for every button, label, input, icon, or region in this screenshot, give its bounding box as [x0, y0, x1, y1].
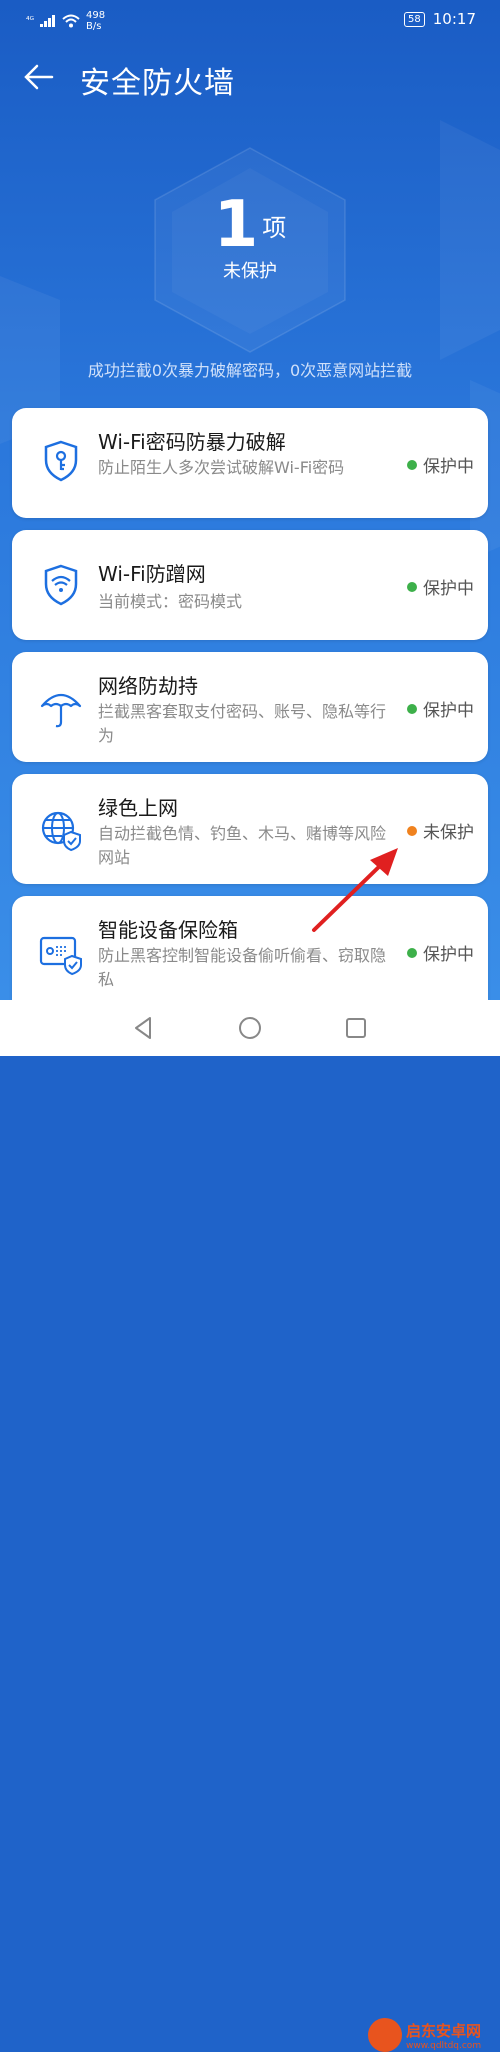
status-badge: 保护中	[407, 452, 474, 477]
net-speed-value: 498	[86, 10, 106, 21]
card-wifi-password-protection[interactable]: Wi-Fi密码防暴力破解 防止陌生人多次尝试破解Wi-Fi密码 保护中	[12, 408, 488, 518]
status-bar: ⁴ᴳ 498 B/s 58 10:17	[0, 0, 500, 40]
status-badge: 保护中	[407, 940, 474, 965]
status-badge: 保护中	[407, 696, 474, 721]
watermark-url: www.qdltdq.com	[406, 2040, 482, 2051]
status-text: 保护中	[423, 457, 474, 477]
watermark-name: 启东安卓网	[406, 2021, 482, 2040]
status-dot	[407, 947, 417, 958]
wifi-shield-icon	[44, 564, 78, 606]
status-text: 保护中	[423, 701, 474, 721]
nav-back-icon[interactable]	[130, 1014, 158, 1042]
nav-home-icon[interactable]	[236, 1014, 264, 1042]
card-description: 防止黑客控制智能设备偷听偷看、窃取隐私	[98, 946, 387, 989]
battery-icon: 58	[404, 11, 425, 27]
wifi-icon	[62, 14, 80, 28]
header: 安全防火墙	[0, 50, 500, 106]
card-description: 防止陌生人多次尝试破解Wi-Fi密码	[98, 458, 345, 477]
watermark: 启东安卓网 www.qdltdq.com	[368, 2018, 481, 2052]
unprotected-count-unit: 项	[262, 213, 287, 242]
system-nav-bar: 启东安卓网 www.qdltdq.com	[0, 1000, 500, 2052]
signal-label: ⁴ᴳ	[26, 16, 34, 26]
clock: 10:17	[432, 10, 476, 28]
unprotected-count: 1项	[0, 188, 500, 262]
page-title: 安全防火墙	[80, 66, 235, 101]
card-green-internet[interactable]: 绿色上网 自动拦截色情、钓鱼、木马、赌博等风险网站 未保护	[12, 774, 488, 884]
status-dot	[407, 703, 417, 714]
status-text: 未保护	[423, 823, 474, 843]
unprotected-label: 未保护	[223, 261, 277, 282]
globe-shield-icon	[41, 811, 81, 852]
card-smart-device-safe[interactable]: 智能设备保险箱 防止黑客控制智能设备偷听偷看、窃取隐私 保护中	[12, 896, 488, 1000]
status-text: 保护中	[423, 945, 474, 965]
intercept-summary: 成功拦截0次暴力破解密码，0次恶意网站拦截	[87, 361, 413, 380]
card-title: Wi-Fi防蹭网	[98, 562, 206, 586]
card-description: 拦截黑客套取支付密码、账号、隐私等行为	[98, 702, 387, 745]
red-arrow-annotation	[312, 848, 398, 932]
signal-icon	[40, 15, 55, 27]
watermark-logo-icon	[368, 2018, 402, 2052]
network-speed: 498 B/s	[86, 10, 105, 32]
status-dot	[407, 581, 417, 592]
status-badge: 未保护	[407, 818, 474, 843]
watermark-text: 启东安卓网 www.qdltdq.com	[406, 2020, 481, 2051]
status-badge: 保护中	[407, 574, 474, 599]
unprotected-count-number: 1	[213, 188, 259, 262]
card-title: 智能设备保险箱	[98, 918, 238, 942]
status-right: 58 10:17	[404, 10, 476, 28]
card-title: 绿色上网	[98, 796, 178, 820]
device-shield-icon	[39, 936, 82, 976]
card-network-anti-hijack[interactable]: 网络防劫持 拦截黑客套取支付密码、账号、隐私等行为 保护中	[12, 652, 488, 762]
net-speed-unit: B/s	[86, 21, 102, 32]
nav-recents-icon[interactable]	[342, 1014, 370, 1042]
status-text: 保护中	[423, 579, 474, 599]
card-description: 当前模式：密码模式	[98, 592, 243, 611]
card-wifi-anti-freeloading[interactable]: Wi-Fi防蹭网 当前模式：密码模式 保护中	[12, 530, 488, 640]
shield-key-icon	[44, 440, 78, 482]
back-arrow-icon[interactable]	[22, 60, 56, 94]
card-title: 网络防劫持	[98, 674, 198, 698]
status-left: ⁴ᴳ 498 B/s	[26, 10, 105, 32]
card-title: Wi-Fi密码防暴力破解	[98, 430, 286, 454]
status-dot	[407, 459, 417, 470]
umbrella-icon	[40, 693, 82, 728]
